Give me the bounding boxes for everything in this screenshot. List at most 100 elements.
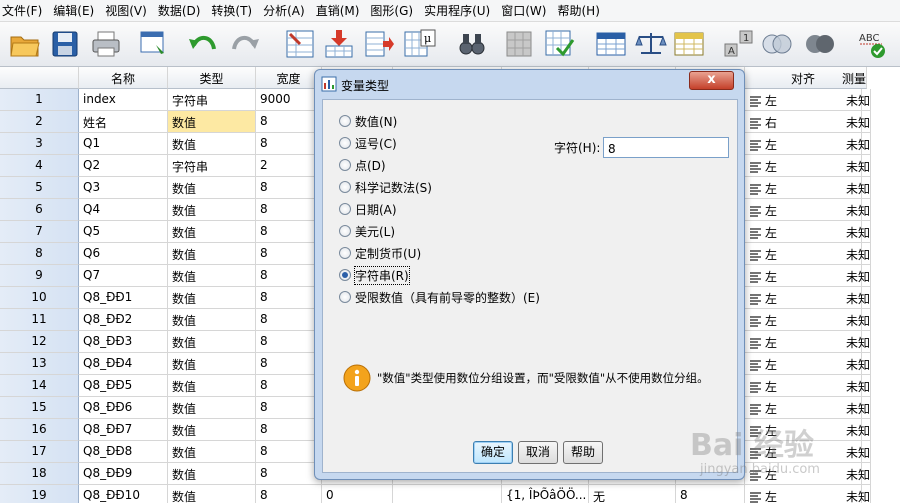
select-cases-icon[interactable] [542, 27, 576, 61]
width-cell[interactable]: 8 [256, 397, 322, 419]
row-number[interactable]: 5 [0, 177, 79, 199]
open-folder-icon[interactable] [8, 27, 42, 61]
redo-icon[interactable] [228, 27, 262, 61]
row-number[interactable]: 17 [0, 441, 79, 463]
label-cell[interactable] [393, 485, 502, 503]
width-input[interactable] [603, 137, 729, 158]
row-number[interactable]: 2 [0, 111, 79, 133]
radio-button[interactable] [339, 291, 351, 303]
width-cell[interactable]: 8 [256, 441, 322, 463]
width-cell[interactable]: 8 [256, 199, 322, 221]
width-cell[interactable]: 8 [256, 485, 322, 503]
row-number[interactable]: 10 [0, 287, 79, 309]
name-cell[interactable]: 姓名 [79, 111, 168, 133]
measure-cell[interactable]: 未知 [842, 265, 872, 287]
row-number[interactable]: 9 [0, 265, 79, 287]
row-number[interactable]: 12 [0, 331, 79, 353]
measure-cell[interactable]: 未知 [842, 177, 872, 199]
measure-cell[interactable]: 未知 [842, 353, 872, 375]
venn-sets-icon[interactable] [760, 27, 794, 61]
radio-button[interactable] [339, 247, 351, 259]
measure-cell[interactable]: 未知 [842, 441, 872, 463]
row-number[interactable]: 13 [0, 353, 79, 375]
name-cell[interactable]: Q8_ÐÐ9 [79, 463, 168, 485]
type-cell[interactable]: 字符串 [168, 155, 256, 177]
measure-cell[interactable]: 未知 [842, 155, 872, 177]
measure-cell[interactable]: 未知 [842, 89, 872, 111]
menu-item[interactable]: 帮助(H) [555, 2, 608, 19]
variables-icon[interactable]: μ [403, 27, 437, 61]
split-file-icon[interactable] [502, 27, 536, 61]
type-cell[interactable]: 数值 [168, 177, 256, 199]
measure-cell[interactable]: 未知 [842, 397, 872, 419]
row-number[interactable]: 19 [0, 485, 79, 503]
menu-item[interactable]: 窗口(W) [499, 2, 555, 19]
measure-cell[interactable]: 未知 [842, 463, 872, 485]
row-number[interactable]: 1 [0, 89, 79, 111]
measure-cell[interactable]: 未知 [842, 199, 872, 221]
width-cell[interactable]: 8 [256, 419, 322, 441]
type-cell[interactable]: 数值 [168, 463, 256, 485]
type-cell[interactable]: 数值 [168, 353, 256, 375]
column-header[interactable]: 类型 [168, 67, 256, 89]
decimals-cell[interactable]: 0 [322, 485, 393, 503]
width-cell[interactable]: 8 [256, 265, 322, 287]
toggle-sets-icon[interactable] [803, 27, 837, 61]
column-header[interactable]: 测量 [842, 67, 868, 89]
save-icon[interactable] [48, 27, 82, 61]
type-cell[interactable]: 数值 [168, 441, 256, 463]
type-cell[interactable]: 数值 [168, 265, 256, 287]
width-cell[interactable]: 8 [256, 331, 322, 353]
values-cell[interactable]: {1, ÎÞÕâÖÖ... [502, 485, 589, 503]
type-option[interactable]: 科学记数法(S) [339, 178, 432, 196]
insert-variable-icon[interactable] [362, 27, 396, 61]
radio-button[interactable] [339, 159, 351, 171]
column-header[interactable]: 宽度 [256, 67, 322, 89]
menu-item[interactable]: 分析(A) [261, 2, 314, 19]
name-cell[interactable]: Q8_ÐÐ4 [79, 353, 168, 375]
menu-item[interactable]: 实用程序(U) [422, 2, 499, 19]
radio-button[interactable] [339, 181, 351, 193]
measure-cell[interactable]: 未知 [842, 331, 872, 353]
type-option[interactable]: 受限数值（具有前导零的整数）(E) [339, 288, 540, 306]
menu-item[interactable]: 编辑(E) [51, 2, 103, 19]
columns-cell[interactable]: 8 [676, 485, 745, 503]
column-header[interactable]: 名称 [79, 67, 168, 89]
type-cell[interactable]: 数值 [168, 243, 256, 265]
width-cell[interactable]: 8 [256, 353, 322, 375]
type-option[interactable]: 点(D) [339, 156, 386, 174]
width-cell[interactable]: 8 [256, 243, 322, 265]
menu-item[interactable]: 直销(M) [314, 2, 369, 19]
row-number[interactable]: 15 [0, 397, 79, 419]
type-cell[interactable]: 数值 [168, 485, 256, 503]
type-cell[interactable]: 数值 [168, 309, 256, 331]
goto-case-icon[interactable] [283, 27, 317, 61]
measure-cell[interactable]: 未知 [842, 375, 872, 397]
type-cell[interactable]: 数值 [168, 287, 256, 309]
name-cell[interactable]: Q8_ÐÐ7 [79, 419, 168, 441]
type-cell[interactable]: 数值 [168, 397, 256, 419]
type-option[interactable]: 字符串(R) [339, 265, 410, 285]
name-cell[interactable]: Q2 [79, 155, 168, 177]
name-cell[interactable]: index [79, 89, 168, 111]
type-option[interactable]: 逗号(C) [339, 134, 397, 152]
name-cell[interactable]: Q8_ÐÐ6 [79, 397, 168, 419]
type-option[interactable]: 美元(L) [339, 222, 395, 240]
type-cell[interactable]: 字符串 [168, 89, 256, 111]
radio-button[interactable] [339, 203, 351, 215]
measure-cell[interactable]: 未知 [842, 111, 872, 133]
menu-item[interactable]: 视图(V) [103, 2, 156, 19]
type-cell[interactable]: 数值 [168, 199, 256, 221]
radio-button[interactable] [339, 115, 351, 127]
type-cell[interactable]: 数值 [168, 375, 256, 397]
undo-icon[interactable] [186, 27, 220, 61]
row-number[interactable]: 6 [0, 199, 79, 221]
name-cell[interactable]: Q8_ÐÐ10 [79, 485, 168, 503]
width-cell[interactable]: 8 [256, 221, 322, 243]
radio-button[interactable] [339, 269, 351, 281]
measure-cell[interactable]: 未知 [842, 133, 872, 155]
menu-item[interactable]: 图形(G) [368, 2, 422, 19]
name-cell[interactable]: Q8_ÐÐ1 [79, 287, 168, 309]
width-cell[interactable]: 8 [256, 133, 322, 155]
row-number[interactable]: 11 [0, 309, 79, 331]
